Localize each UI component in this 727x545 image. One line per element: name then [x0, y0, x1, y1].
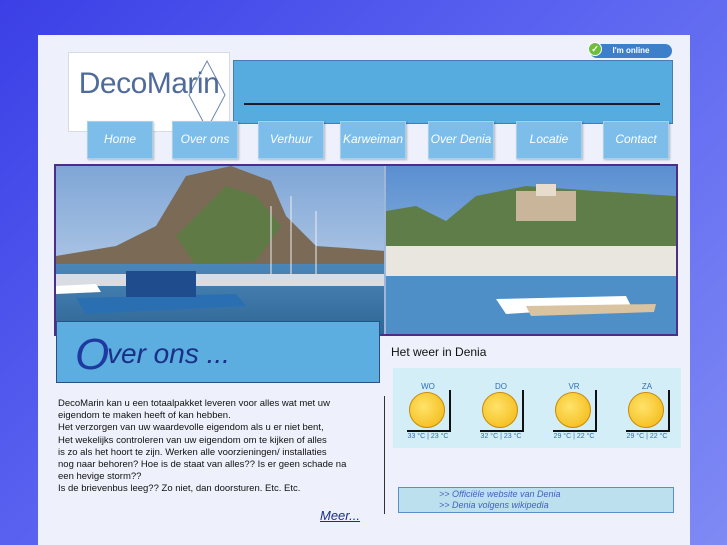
header-banner — [233, 60, 673, 124]
nav-karweiman[interactable]: Karweiman — [340, 121, 406, 159]
weather-temp: 29 °C | 22 °C — [626, 433, 668, 440]
section-heading: ver ons ... — [107, 338, 230, 369]
more-link[interactable]: Meer... — [320, 508, 360, 523]
heading-initial: O — [75, 330, 110, 379]
section-heading-box: O ver ons ... — [56, 321, 380, 383]
online-status-badge[interactable]: ✓ I'm online — [588, 42, 672, 58]
hero-image — [54, 164, 678, 336]
vertical-divider — [384, 396, 385, 514]
text-line: is zo als het hoort te zijn. Werken alle… — [58, 446, 327, 458]
text-line: een hevige storm?? — [58, 471, 142, 483]
text-line: eigendom te maken heeft of kan hebben. — [58, 410, 231, 422]
text-line: nog naar behoren? Hoe is de staat van al… — [58, 459, 347, 471]
text-line: Is de brievenbus leeg?? Zo niet, dan doo… — [58, 483, 301, 495]
logo[interactable]: DecoMarin — [68, 52, 230, 132]
intro-text: DecoMarin kan u een totaalpakket leveren… — [58, 398, 358, 496]
weather-temp: 29 °C | 22 °C — [553, 433, 595, 440]
text-line: Het wekelijks controleren van uw eigendo… — [58, 434, 327, 446]
sun-icon — [409, 392, 445, 428]
nav-home[interactable]: Home — [87, 121, 153, 159]
nav-label: Locatie — [529, 132, 569, 146]
harbor-photo-image — [56, 166, 676, 334]
nav-locatie[interactable]: Locatie — [516, 121, 582, 159]
weather-widget[interactable]: WO 33 °C | 23 °C DO 32 °C | 23 °C VR 29 … — [393, 368, 681, 448]
logo-text: DecoMarin — [78, 67, 220, 100]
weather-temp: 33 °C | 23 °C — [407, 433, 449, 440]
nav-label: Over ons — [180, 132, 230, 146]
nav-label: Karweiman — [342, 132, 404, 146]
nav-contact[interactable]: Contact — [603, 121, 669, 159]
nav-label: Over Denia — [430, 132, 492, 146]
link-official-website[interactable]: >> Officiële website van Denia — [439, 489, 561, 499]
nav-label: Verhuur — [269, 132, 313, 146]
check-icon: ✓ — [588, 42, 602, 56]
text-line: Het verzorgen van uw waardevolle eigendo… — [58, 422, 324, 434]
nav-label: Home — [103, 132, 136, 146]
nav-over-denia[interactable]: Over Denia — [428, 121, 494, 159]
nav-label: Contact — [615, 132, 657, 146]
sun-icon — [628, 392, 664, 428]
nav-verhuur[interactable]: Verhuur — [258, 121, 324, 159]
link-wikipedia[interactable]: >> Denia volgens wikipedia — [439, 500, 549, 510]
sun-icon — [555, 392, 591, 428]
weather-temp: 32 °C | 23 °C — [480, 433, 522, 440]
banner-divider — [244, 103, 660, 105]
sun-icon — [482, 392, 518, 428]
weather-title: Het weer in Denia — [391, 345, 487, 359]
text-line: DecoMarin kan u een totaalpakket leveren… — [58, 398, 330, 409]
nav-over-ons[interactable]: Over ons — [172, 121, 238, 159]
online-status-label: I'm online — [612, 46, 650, 55]
links-box: >> Officiële website van Denia >> Denia … — [398, 487, 674, 513]
